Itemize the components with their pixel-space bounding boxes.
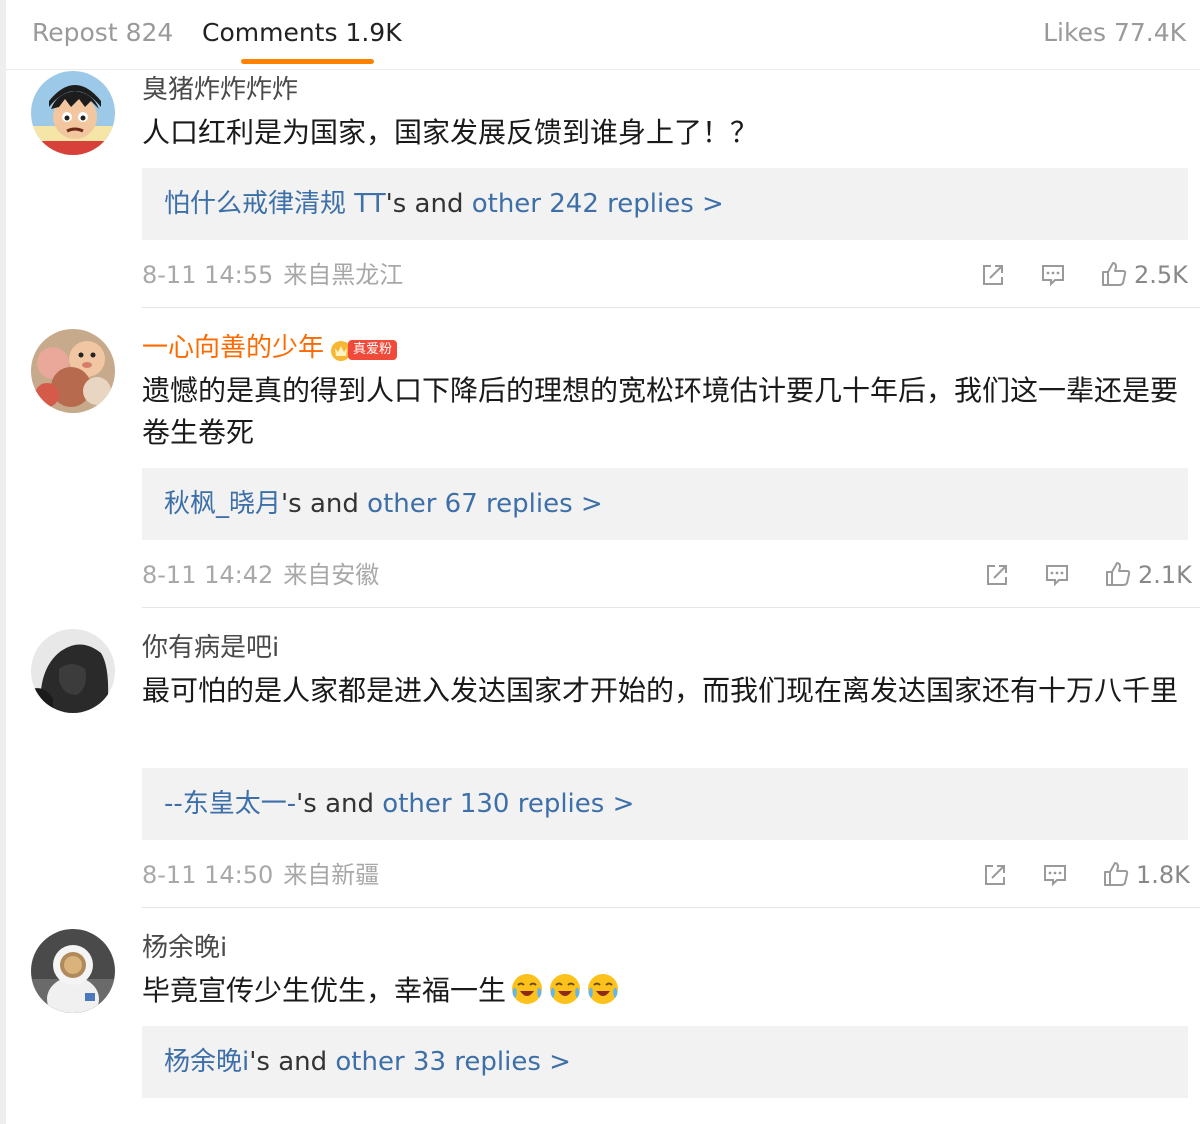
like-icon[interactable] — [1102, 860, 1130, 888]
comment-time: 8-11 14:42 — [142, 561, 274, 589]
fan-badge: 真爱粉 — [330, 334, 398, 361]
reply-username[interactable]: 秋枫_晓月 — [164, 489, 281, 519]
comment-icon[interactable] — [1040, 262, 1066, 288]
comment-item: 一心向善的少年 真爱粉 遗憾的是真的得到人口下降后的理想的宽松环境估计要几十年后，… — [6, 308, 1200, 608]
username[interactable]: 杨余晚i — [142, 932, 227, 964]
like-icon[interactable] — [1100, 260, 1128, 288]
comment-item: 杨余晚i 毕竟宣传少生优生，幸福一生 杨余晚i's and other 33 r… — [6, 908, 1200, 1124]
reply-connector: 's and — [385, 189, 472, 219]
reply-username[interactable]: --东皇太一- — [164, 789, 296, 819]
comment-text: 人口红利是为国家，国家发展反馈到谁身上了！？ — [142, 116, 759, 149]
avatar[interactable] — [31, 629, 115, 713]
share-icon[interactable] — [982, 862, 1008, 888]
share-icon[interactable] — [980, 262, 1006, 288]
comment-icon[interactable] — [1042, 862, 1068, 888]
share-icon[interactable] — [984, 562, 1010, 588]
crying-laughing-emoji-icon — [550, 974, 581, 1004]
comment-footer: 8-11 14:42 来自安徽 2.1K — [142, 558, 1192, 592]
like-count: 2.1K — [1138, 561, 1192, 589]
reply-username[interactable]: 杨余晚i — [164, 1047, 249, 1077]
avatar[interactable] — [31, 929, 115, 1013]
replies-box[interactable]: --东皇太一-'s and other 130 replies > — [142, 768, 1188, 840]
time-location: 8-11 14:42 来自安徽 — [142, 558, 379, 592]
comment-text-content: 毕竟宣传少生优生，幸福一生 — [142, 974, 507, 1007]
like-icon[interactable] — [1104, 560, 1132, 588]
comment-item: 你有病是吧i 最可怕的是人家都是进入发达国家才开始的，而我们现在离发达国家还有十… — [6, 608, 1200, 908]
comment-text: 遗憾的是真的得到人口下降后的理想的宽松环境估计要几十年后，我们这一辈还是要卷生卷… — [142, 374, 1179, 449]
crying-laughing-emoji-icon — [588, 974, 619, 1004]
comment-location: 来自安徽 — [283, 561, 380, 589]
tab-repost[interactable]: Repost 824 — [32, 18, 173, 48]
tab-likes[interactable]: Likes 77.4K — [1043, 18, 1186, 48]
username-text: 一心向善的少年 — [142, 333, 325, 363]
crying-laughing-emoji-icon — [512, 974, 543, 1004]
reply-connector: 's and — [281, 489, 368, 519]
avatar[interactable] — [31, 71, 115, 155]
tab-bar: Repost 824 Comments 1.9K Likes 77.4K — [6, 0, 1200, 70]
more-replies-link[interactable]: other 130 replies > — [382, 789, 634, 819]
tab-comments[interactable]: Comments 1.9K — [202, 18, 402, 48]
comment-location: 来自新疆 — [283, 861, 380, 889]
fan-badge-label: 真爱粉 — [348, 340, 398, 360]
comment-time: 8-11 14:55 — [142, 261, 274, 289]
reply-username[interactable]: 怕什么戒律清规 TT — [164, 189, 386, 219]
like-count: 1.8K — [1136, 861, 1190, 889]
username[interactable]: 一心向善的少年 真爱粉 — [142, 332, 398, 364]
reply-connector: 's and — [249, 1047, 336, 1077]
comment-location: 来自黑龙江 — [283, 261, 404, 289]
more-replies-link[interactable]: other 242 replies > — [472, 189, 724, 219]
more-replies-link[interactable]: other 67 replies > — [367, 489, 603, 519]
avatar[interactable] — [31, 329, 115, 413]
comment-icon[interactable] — [1044, 562, 1070, 588]
replies-box[interactable]: 怕什么戒律清规 TT's and other 242 replies > — [142, 168, 1188, 240]
comment-footer: 8-11 14:55 来自黑龙江 2.5K — [142, 258, 1188, 292]
comment-text: 毕竟宣传少生优生，幸福一生 — [142, 970, 1187, 1012]
username[interactable]: 臭猪炸炸炸炸 — [142, 74, 298, 106]
time-location: 8-11 14:50 来自新疆 — [142, 858, 379, 892]
replies-box[interactable]: 杨余晚i's and other 33 replies > — [142, 1026, 1188, 1098]
time-location: 8-11 14:55 来自黑龙江 — [142, 258, 403, 292]
more-replies-link[interactable]: other 33 replies > — [335, 1047, 571, 1077]
username[interactable]: 你有病是吧i — [142, 632, 279, 664]
comment-item: 臭猪炸炸炸炸 人口红利是为国家，国家发展反馈到谁身上了！？ 怕什么戒律清规 TT… — [6, 70, 1200, 308]
comment-footer: 8-11 14:50 来自新疆 1.8K — [142, 858, 1190, 892]
comment-text: 最可怕的是人家都是进入发达国家才开始的，而我们现在离发达国家还有十万八千里 — [142, 674, 1179, 707]
comment-time: 8-11 14:50 — [142, 861, 274, 889]
like-count: 2.5K — [1134, 261, 1188, 289]
replies-box[interactable]: 秋枫_晓月's and other 67 replies > — [142, 468, 1188, 540]
reply-connector: 's and — [296, 789, 383, 819]
active-tab-indicator — [241, 59, 374, 64]
